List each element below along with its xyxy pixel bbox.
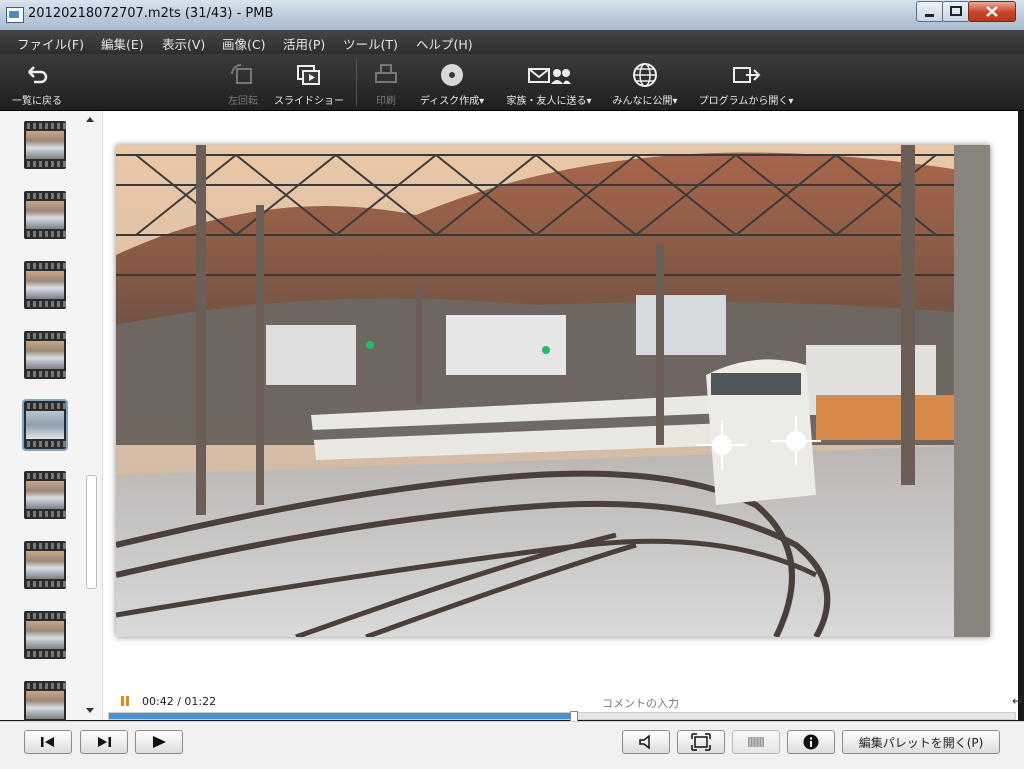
open-edit-palette-button[interactable]: 編集パレットを開く(P): [842, 730, 1000, 754]
thumbnail-scrollbar-thumb[interactable]: [86, 475, 97, 589]
slideshow-label: スライドショー: [274, 96, 344, 107]
menu-tools[interactable]: ツール(T): [343, 34, 398, 53]
volume-icon: [639, 734, 650, 750]
fit-screen-icon: [691, 733, 711, 751]
menu-view[interactable]: 表示(V): [162, 34, 205, 53]
back-label: 一覧に戻る: [12, 96, 62, 107]
send-mail-icon: [528, 68, 571, 84]
progress-fill: [109, 713, 573, 719]
first-frame-icon: [41, 737, 54, 747]
scroll-up-arrow-icon[interactable]: [84, 115, 96, 123]
minimize-button[interactable]: [916, 1, 944, 22]
send-label: 家族・友人に送る▾: [506, 96, 592, 107]
film-strip-icon: [748, 737, 764, 747]
print-button[interactable]: 印刷: [372, 62, 400, 107]
info-button[interactable]: [787, 730, 835, 754]
minimize-icon: [925, 14, 934, 17]
thumbnail[interactable]: [24, 541, 66, 589]
open-with-label: プログラムから開く▾: [698, 96, 794, 107]
video-frame-image[interactable]: [116, 145, 990, 637]
volume-button[interactable]: [622, 730, 670, 754]
thumbnail[interactable]: [24, 121, 66, 169]
menu-edit[interactable]: 編集(E): [101, 34, 144, 53]
edit-palette-label: 編集パレットを開く(P): [858, 736, 984, 750]
print-icon: [375, 64, 397, 83]
globe-icon: [633, 63, 657, 87]
first-frame-button[interactable]: [24, 730, 72, 754]
close-icon: [986, 6, 998, 17]
resize-arrow-icon: ↔: [1012, 694, 1023, 708]
app-icon: [6, 7, 24, 23]
film-strip-button[interactable]: [732, 730, 780, 754]
menu-utilize[interactable]: 活用(P): [283, 34, 325, 53]
comment-input[interactable]: コメントの入力: [602, 695, 679, 711]
disc-label: ディスク作成▾: [419, 96, 485, 107]
menu-help[interactable]: ヘルプ(H): [416, 34, 473, 53]
thumbnail[interactable]: [24, 331, 66, 379]
play-icon: [153, 736, 166, 748]
playback-time: 00:42 / 01:22: [142, 695, 217, 708]
print-label: 印刷: [376, 96, 396, 107]
toolbar-separator: [356, 58, 357, 106]
send-to-family-button[interactable]: 家族・友人に送る▾: [502, 62, 596, 107]
disc-icon: [441, 64, 463, 86]
maximize-icon: [950, 6, 962, 16]
thumbnail[interactable]: [24, 611, 66, 659]
slideshow-button[interactable]: スライドショー: [272, 62, 346, 107]
playback-progress-bar[interactable]: [108, 711, 1016, 723]
rotate-left-icon: [231, 64, 252, 84]
slideshow-icon: [297, 65, 320, 85]
play-button[interactable]: [135, 730, 183, 754]
rotate-left-label: 左回転: [228, 96, 258, 107]
open-program-icon: [733, 67, 761, 83]
menu-image[interactable]: 画像(C): [222, 34, 265, 53]
toolbar: 一覧に戻る 左回転 スライドショー 印刷 ディスク作成▾ 家族・友人に送る▾ み…: [0, 54, 1024, 111]
thumbnail-selected[interactable]: [22, 399, 68, 451]
publish-label: みんなに公開▾: [612, 96, 678, 107]
last-frame-icon: [98, 737, 111, 747]
thumbnail[interactable]: [24, 261, 66, 309]
thumbnail[interactable]: [24, 191, 66, 239]
close-button[interactable]: [968, 1, 1016, 22]
fit-screen-button[interactable]: [677, 730, 725, 754]
publish-button[interactable]: みんなに公開▾: [608, 62, 682, 107]
thumbnail[interactable]: [24, 471, 66, 519]
maximize-button[interactable]: [942, 1, 970, 22]
open-with-program-button[interactable]: プログラムから開く▾: [694, 62, 798, 107]
disc-create-button[interactable]: ディスク作成▾: [415, 62, 489, 107]
back-arrow-icon: [28, 66, 48, 84]
info-icon: [803, 734, 819, 750]
rotate-left-button[interactable]: 左回転: [226, 62, 260, 107]
menu-file[interactable]: ファイル(F): [17, 34, 84, 53]
thumbnail-strip: [0, 111, 103, 729]
menu-bar: ファイル(F) 編集(E) 表示(V) 画像(C) 活用(P) ツール(T) ヘ…: [0, 30, 1024, 54]
scroll-down-arrow-icon[interactable]: [84, 707, 96, 715]
back-to-list-button[interactable]: 一覧に戻る: [10, 62, 64, 107]
title-bar: 20120218072707.m2ts (31/43) - PMB: [0, 0, 1024, 31]
window-title: 20120218072707.m2ts (31/43) - PMB: [28, 6, 274, 21]
pause-indicator-icon: [121, 696, 130, 706]
last-frame-button[interactable]: [80, 730, 128, 754]
